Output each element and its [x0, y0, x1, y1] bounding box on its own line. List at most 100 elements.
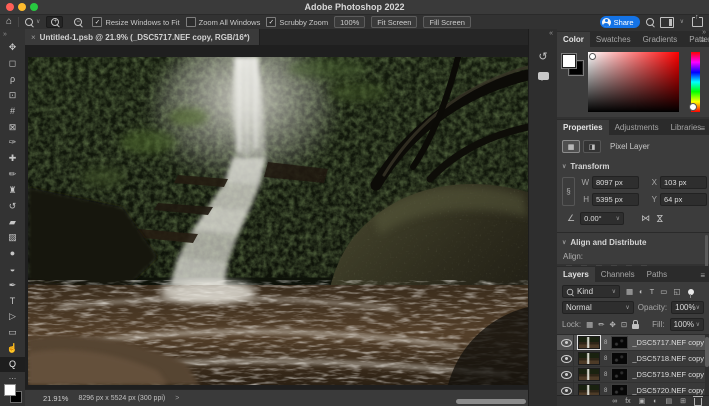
height-field[interactable]: 5395 px: [592, 193, 639, 206]
status-zoom-level[interactable]: 21.91%: [43, 394, 68, 403]
horizontal-scrollbar[interactable]: [456, 399, 526, 404]
workspace-icon[interactable]: [660, 17, 674, 28]
gradient-tool[interactable]: ▨: [0, 230, 25, 246]
hand-tool[interactable]: ☝: [0, 341, 25, 357]
history-panel-icon[interactable]: ↺: [538, 52, 547, 63]
canvas-image[interactable]: [28, 57, 528, 385]
add-layer-mask-button[interactable]: ▣: [639, 398, 646, 405]
zoom-percent-button[interactable]: 100%: [334, 16, 365, 28]
flip-horizontal-icon[interactable]: ⋈: [641, 213, 650, 224]
type-tool[interactable]: T: [0, 293, 25, 309]
search-icon[interactable]: [646, 18, 654, 26]
tab-paths[interactable]: Paths: [641, 267, 673, 282]
layer-properties-button[interactable]: ▦: [562, 140, 580, 153]
minimize-window-button[interactable]: [18, 3, 26, 11]
filter-type-layers-icon[interactable]: T: [650, 287, 655, 296]
clone-stamp-tool[interactable]: ♜: [0, 182, 25, 198]
history-brush-tool[interactable]: ↺: [0, 198, 25, 214]
crop-tool[interactable]: #: [0, 103, 25, 119]
export-icon[interactable]: [692, 17, 703, 27]
new-layer-button[interactable]: ⊞: [680, 398, 686, 405]
share-button[interactable]: Share: [600, 16, 640, 28]
zoom-all-windows-checkbox[interactable]: Zoom All Windows: [186, 17, 261, 27]
scrubby-zoom-checkbox[interactable]: Scrubby Zoom: [266, 17, 328, 27]
status-chevron-icon[interactable]: >: [175, 395, 179, 402]
panel-menu-icon[interactable]: ≡: [700, 124, 705, 133]
zoom-in-button[interactable]: +: [46, 16, 63, 28]
tab-adjustments[interactable]: Adjustments: [609, 120, 665, 135]
foreground-color-swatch[interactable]: [4, 384, 16, 396]
flip-vertical-icon[interactable]: ⋈: [654, 214, 665, 223]
lasso-tool[interactable]: ρ: [0, 72, 25, 88]
layer-thumbnail[interactable]: [578, 368, 600, 381]
fullscreen-window-button[interactable]: [30, 3, 38, 11]
brush-tool[interactable]: ✏: [0, 167, 25, 183]
filter-toggle-pin[interactable]: [688, 289, 694, 295]
link-layers-button[interactable]: ∞: [612, 398, 617, 405]
layer-row-dsc5719[interactable]: 8 _DSC5719.NEF copy: [557, 367, 709, 383]
tab-properties[interactable]: Properties: [557, 120, 609, 135]
resize-windows-to-fit-checkbox[interactable]: Resize Windows to Fit: [92, 17, 179, 27]
eyedropper-tool[interactable]: ✑: [0, 135, 25, 151]
zoom-tool-preset[interactable]: ∨: [25, 18, 40, 26]
fill-dropdown[interactable]: 100% ∨: [670, 318, 704, 331]
tab-channels[interactable]: Channels: [595, 267, 641, 282]
healing-brush-tool[interactable]: ✚: [0, 151, 25, 167]
kind-filter-dropdown[interactable]: Kind ∨: [562, 285, 620, 298]
close-window-button[interactable]: [6, 3, 14, 11]
x-field[interactable]: 103 px: [660, 176, 707, 189]
layers-scrollbar-track[interactable]: [705, 335, 709, 399]
home-icon[interactable]: ⌂: [6, 17, 12, 27]
opacity-dropdown[interactable]: 100% ∨: [671, 301, 704, 314]
tab-swatches[interactable]: Swatches: [590, 32, 637, 47]
filter-shape-layers-icon[interactable]: ▭: [660, 287, 667, 296]
link-dimensions-button[interactable]: §: [562, 177, 575, 206]
fill-screen-button[interactable]: Fill Screen: [423, 16, 470, 28]
path-selection-tool[interactable]: ▷: [0, 309, 25, 325]
layer-visibility-toggle[interactable]: [560, 351, 574, 366]
document-tab[interactable]: × Untitled-1.psb @ 21.9% (_DSC5717.NEF c…: [25, 29, 260, 45]
chevron-down-icon[interactable]: ∨: [680, 19, 684, 25]
dock-collapse-chevron[interactable]: »: [702, 29, 706, 36]
tab-layers[interactable]: Layers: [557, 267, 595, 282]
properties-scrollbar[interactable]: [705, 235, 708, 269]
lock-transparency-icon[interactable]: ▦: [586, 320, 593, 329]
panel-menu-icon[interactable]: ≡: [700, 271, 705, 280]
align-section-header[interactable]: ∨ Align and Distribute: [557, 233, 709, 250]
comments-panel-icon[interactable]: [538, 72, 549, 80]
blur-tool[interactable]: ●: [0, 246, 25, 262]
canvas-background[interactable]: [25, 45, 528, 389]
layer-row-dsc5717[interactable]: 8 _DSC5717.NEF copy: [557, 335, 709, 351]
layer-row-dsc5718[interactable]: 8 _DSC5718.NEF copy: [557, 351, 709, 367]
filter-adjustment-layers-icon[interactable]: ◐: [639, 287, 644, 296]
layer-visibility-toggle[interactable]: [560, 335, 574, 350]
edit-toolbar-button[interactable]: …: [0, 372, 25, 382]
layer-effects-button[interactable]: fx: [625, 398, 630, 405]
delete-layer-button[interactable]: [694, 398, 702, 406]
lock-all-icon[interactable]: [632, 324, 639, 329]
new-group-button[interactable]: ▤: [666, 398, 673, 405]
filter-smart-objects-icon[interactable]: ◱: [673, 287, 680, 296]
frame-tool[interactable]: ⊠: [0, 119, 25, 135]
transform-section-header[interactable]: ∨ Transform: [557, 157, 709, 174]
tab-gradients[interactable]: Gradients: [637, 32, 684, 47]
toolbar-collapse-chevron[interactable]: »: [0, 29, 7, 40]
rotation-field[interactable]: 0.00° ∨: [580, 212, 624, 225]
saturation-brightness-field[interactable]: [588, 52, 679, 112]
zoom-out-button[interactable]: −: [69, 16, 86, 28]
layer-mask-thumbnail[interactable]: [611, 368, 628, 381]
blend-mode-dropdown[interactable]: Normal ∨: [562, 301, 634, 314]
tab-color[interactable]: Color: [557, 32, 590, 47]
new-adjustment-layer-button[interactable]: ◐: [653, 398, 657, 405]
filter-pixel-layers-icon[interactable]: ▦: [626, 287, 633, 296]
lock-position-icon[interactable]: ✥: [610, 320, 616, 329]
width-field[interactable]: 8097 px: [592, 176, 639, 189]
rectangle-tool[interactable]: ▭: [0, 325, 25, 341]
layer-thumbnail[interactable]: [578, 336, 600, 349]
layer-mask-thumbnail[interactable]: [611, 336, 628, 349]
pen-tool[interactable]: ✒: [0, 277, 25, 293]
zoom-tool[interactable]: Q: [0, 357, 25, 373]
marquee-tool[interactable]: ◻: [0, 56, 25, 72]
lock-paint-icon[interactable]: ✏: [598, 320, 604, 329]
hue-slider-handle[interactable]: [689, 103, 697, 111]
